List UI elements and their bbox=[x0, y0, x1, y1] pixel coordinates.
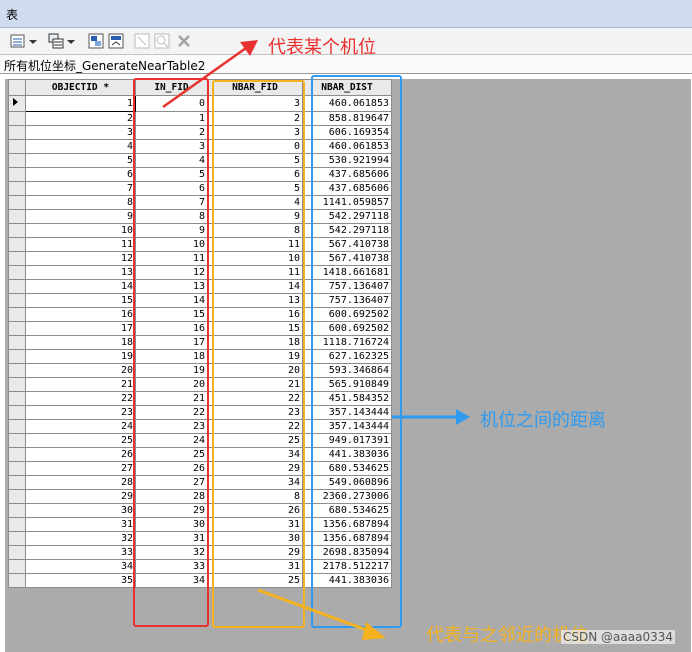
row-selector[interactable] bbox=[8, 419, 26, 434]
table-cell[interactable]: 30 bbox=[25, 503, 136, 518]
table-cell[interactable]: 2 bbox=[25, 111, 136, 126]
table-cell[interactable]: 8 bbox=[25, 195, 136, 210]
row-selector[interactable] bbox=[8, 279, 26, 294]
table-cell[interactable]: 10 bbox=[25, 223, 136, 238]
row-selector[interactable] bbox=[8, 475, 26, 490]
table-cell[interactable]: 33 bbox=[25, 545, 136, 560]
row-selector[interactable] bbox=[8, 195, 26, 210]
table-cell[interactable]: 18 bbox=[25, 335, 136, 350]
row-selector[interactable] bbox=[8, 405, 26, 420]
near-fid-highlight-box bbox=[212, 80, 305, 628]
row-selector[interactable] bbox=[8, 111, 26, 126]
row-selector[interactable] bbox=[8, 517, 26, 532]
table-cell[interactable]: 25 bbox=[25, 433, 136, 448]
table-cell[interactable]: 7 bbox=[25, 181, 136, 196]
table-cell[interactable]: 27 bbox=[25, 461, 136, 476]
table-cell[interactable]: 29 bbox=[25, 489, 136, 504]
row-selector[interactable] bbox=[8, 307, 26, 322]
table-cell[interactable]: 22 bbox=[25, 391, 136, 406]
distance-highlight-box bbox=[311, 75, 402, 628]
in-fid-annotation: 代表某个机位 bbox=[268, 37, 376, 58]
row-selector[interactable] bbox=[8, 125, 26, 140]
table-tab-label: 所有机位坐标_GenerateNearTable2 bbox=[4, 59, 206, 73]
row-selector[interactable] bbox=[8, 265, 26, 280]
row-selector[interactable] bbox=[8, 139, 26, 154]
current-row-arrow-icon bbox=[13, 98, 18, 106]
table-cell[interactable]: 5 bbox=[25, 153, 136, 168]
row-selector[interactable] bbox=[8, 531, 26, 546]
window-titlebar: 表 bbox=[0, 0, 692, 28]
row-selector[interactable] bbox=[8, 447, 26, 462]
in-fid-highlight-box bbox=[133, 78, 209, 627]
distance-annotation: 机位之间的距离 bbox=[480, 410, 606, 431]
table-cell[interactable]: 15 bbox=[25, 293, 136, 308]
row-selector[interactable] bbox=[8, 167, 26, 182]
table-cell[interactable]: 17 bbox=[25, 321, 136, 336]
table-cell[interactable]: 13 bbox=[25, 265, 136, 280]
table-cell[interactable]: 28 bbox=[25, 475, 136, 490]
row-selector[interactable] bbox=[8, 321, 26, 336]
row-selector[interactable] bbox=[8, 391, 26, 406]
table-cell[interactable]: 11 bbox=[25, 237, 136, 252]
row-selector[interactable] bbox=[8, 181, 26, 196]
table-cell[interactable]: 12 bbox=[25, 251, 136, 266]
table-cell[interactable]: 16 bbox=[25, 307, 136, 322]
column-header[interactable]: OBJECTID * bbox=[25, 79, 136, 96]
table-cell[interactable]: 6 bbox=[25, 167, 136, 182]
table-cell[interactable]: 19 bbox=[25, 349, 136, 364]
table-cell[interactable]: 26 bbox=[25, 447, 136, 462]
switch-selection-icon[interactable] bbox=[108, 33, 124, 49]
table-cell[interactable]: 31 bbox=[25, 517, 136, 532]
row-selector[interactable] bbox=[8, 461, 26, 476]
row-selector[interactable] bbox=[8, 209, 26, 224]
row-selector[interactable] bbox=[8, 237, 26, 252]
related-tables-icon[interactable] bbox=[48, 33, 64, 49]
row-selector[interactable] bbox=[8, 335, 26, 350]
window-title: 表 bbox=[6, 8, 19, 22]
table-options-dropdown-icon[interactable] bbox=[28, 33, 38, 49]
row-selector[interactable] bbox=[8, 433, 26, 448]
zoom-to-selected-icon[interactable] bbox=[154, 33, 170, 49]
delete-selected-icon[interactable] bbox=[176, 33, 192, 49]
row-selector[interactable] bbox=[8, 545, 26, 560]
table-options-icon[interactable] bbox=[10, 33, 26, 49]
row-selector-header[interactable] bbox=[8, 79, 26, 96]
row-selector[interactable] bbox=[8, 349, 26, 364]
row-selector[interactable] bbox=[8, 559, 26, 574]
csdn-watermark: CSDN @aaaa0334 bbox=[561, 630, 675, 644]
row-selector[interactable] bbox=[8, 363, 26, 378]
row-selector[interactable] bbox=[8, 573, 26, 588]
table-cell[interactable]: 34 bbox=[25, 559, 136, 574]
row-selector[interactable] bbox=[8, 293, 26, 308]
table-cell[interactable]: 23 bbox=[25, 405, 136, 420]
table-cell[interactable]: 35 bbox=[25, 573, 136, 588]
row-selector[interactable] bbox=[8, 95, 26, 112]
table-cell[interactable]: 32 bbox=[25, 531, 136, 546]
row-selector[interactable] bbox=[8, 251, 26, 266]
table-cell[interactable]: 3 bbox=[25, 125, 136, 140]
table-cell[interactable]: 9 bbox=[25, 209, 136, 224]
table-cell[interactable]: 1 bbox=[25, 95, 136, 112]
related-tables-dropdown-icon[interactable] bbox=[66, 33, 76, 49]
clear-selection-icon[interactable] bbox=[134, 33, 150, 49]
row-selector[interactable] bbox=[8, 153, 26, 168]
table-cell[interactable]: 4 bbox=[25, 139, 136, 154]
select-by-attributes-icon[interactable] bbox=[88, 33, 104, 49]
row-selector[interactable] bbox=[8, 489, 26, 504]
row-selector[interactable] bbox=[8, 377, 26, 392]
table-cell[interactable]: 14 bbox=[25, 279, 136, 294]
table-cell[interactable]: 20 bbox=[25, 363, 136, 378]
table-cell[interactable]: 24 bbox=[25, 419, 136, 434]
row-selector[interactable] bbox=[8, 503, 26, 518]
row-selector[interactable] bbox=[8, 223, 26, 238]
table-cell[interactable]: 21 bbox=[25, 377, 136, 392]
